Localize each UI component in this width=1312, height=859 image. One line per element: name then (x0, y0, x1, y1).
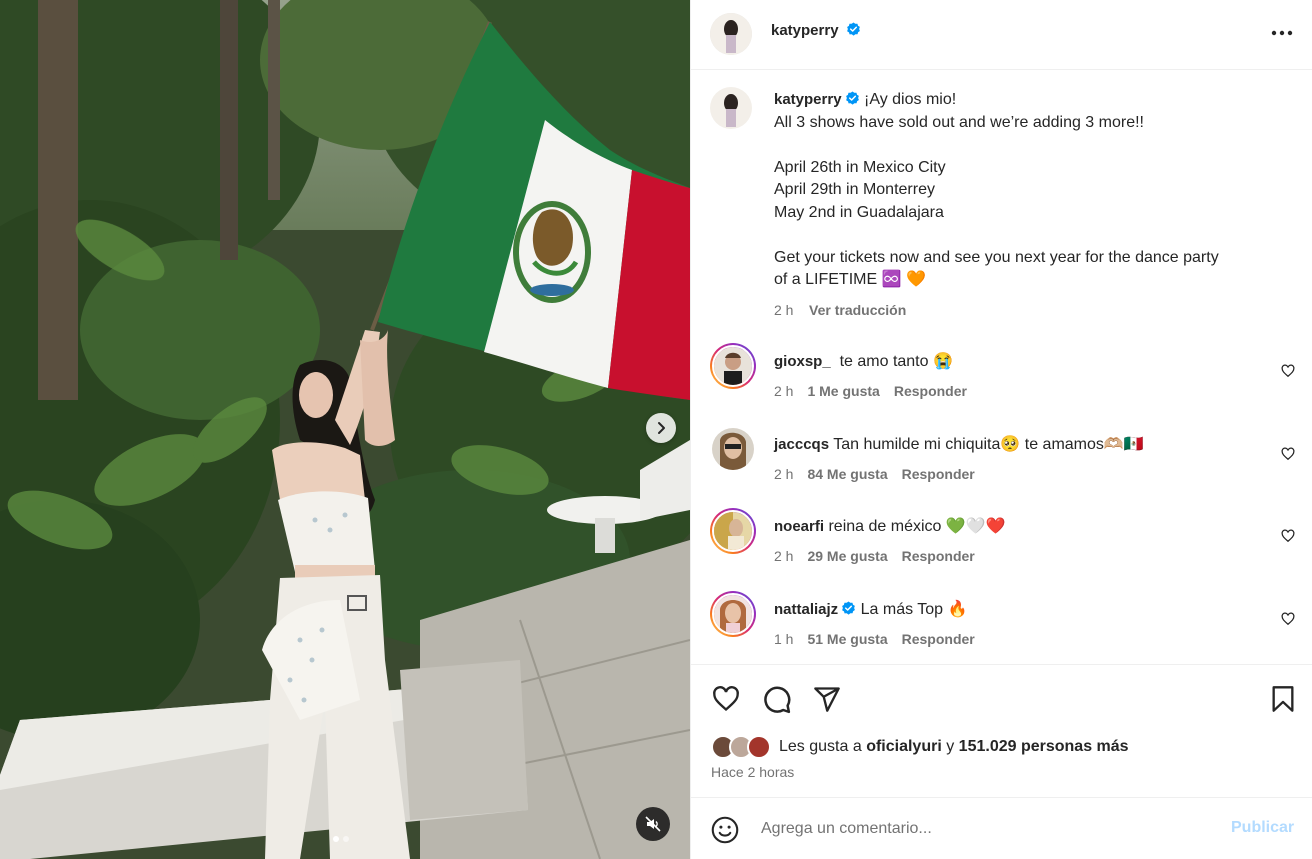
comment-icon[interactable] (762, 685, 792, 715)
comment-body: jacccqs Tan humilde mi chiquita🥺 te amam… (774, 434, 1144, 456)
emoji-icon[interactable] (711, 816, 739, 844)
author-avatar[interactable] (710, 13, 752, 55)
post-caption: katyperry ¡Ay dios mio! All 3 shows have… (774, 89, 1274, 321)
commenter-avatar[interactable] (710, 508, 756, 554)
commenter-avatar-image (712, 428, 754, 470)
reply-button[interactable]: Responder (902, 548, 975, 564)
verified-badge-icon (845, 91, 859, 105)
caption-author-avatar[interactable] (710, 87, 752, 129)
caption-username[interactable]: katyperry (774, 91, 842, 108)
commenter-username[interactable]: jacccqs (774, 436, 829, 453)
post-actions: Les gusta a oficialyuri y 151.029 person… (691, 664, 1312, 798)
caption-text: ¡Ay dios mio! (864, 91, 957, 108)
comment-meta: 2 h 84 Me gusta Responder (774, 466, 975, 482)
comment-text: Tan humilde mi chiquita🥺 te amamos🫶🏼🇲🇽 (833, 436, 1144, 453)
post-media[interactable] (0, 0, 690, 859)
commenter-avatar[interactable] (712, 428, 754, 470)
likes-user-link[interactable]: oficialyuri (866, 738, 942, 756)
comment-body: noearfi reina de méxico 💚🤍❤️ (774, 516, 1006, 538)
more-horizontal-icon (1271, 30, 1293, 36)
share-icon[interactable] (812, 685, 842, 713)
reply-button[interactable]: Responder (902, 631, 975, 647)
publish-button[interactable]: Publicar (1231, 819, 1294, 837)
post-details-panel: katyperry katyperry ¡Ay dios mio! All 3 … (690, 0, 1312, 859)
bookmark-icon[interactable] (1269, 685, 1297, 713)
instagram-post-view: katyperry katyperry ¡Ay dios mio! All 3 … (0, 0, 1312, 859)
carousel-dot-active (333, 836, 339, 842)
comment-meta: 2 h 29 Me gusta Responder (774, 548, 975, 564)
reply-button[interactable]: Responder (894, 383, 967, 399)
like-comment-heart-icon[interactable] (1281, 529, 1295, 543)
commenter-username[interactable]: noearfi (774, 518, 824, 535)
commenter-avatar[interactable] (710, 591, 756, 637)
likes-summary: Les gusta a oficialyuri y 151.029 person… (711, 735, 1129, 759)
verified-badge-icon (842, 601, 856, 615)
caption-text: April 29th in Monterrey (774, 181, 935, 198)
caption-text: April 26th in Mexico City (774, 158, 946, 176)
like-comment-heart-icon[interactable] (1281, 612, 1295, 626)
author-avatar-image (710, 13, 752, 55)
carousel-indicator (333, 836, 349, 842)
comment-likes[interactable]: 51 Me gusta (807, 631, 887, 647)
commenter-username[interactable]: nattaliajz (774, 601, 838, 618)
comment-meta: 1 h 51 Me gusta Responder (774, 631, 975, 647)
comment-meta: 2 h 1 Me gusta Responder (774, 383, 967, 399)
comment-likes[interactable]: 29 Me gusta (807, 548, 887, 564)
muted-speaker-icon (645, 816, 661, 832)
commenter-avatar[interactable] (710, 343, 756, 389)
likes-prefix: Les gusta a (779, 738, 862, 755)
comment-input[interactable] (761, 816, 1211, 842)
next-slide-button[interactable] (646, 413, 676, 443)
comment-likes[interactable]: 84 Me gusta (807, 466, 887, 482)
comment-time[interactable]: 2 h (774, 383, 793, 399)
comment-time[interactable]: 1 h (774, 631, 793, 647)
comment-text: reina de méxico 💚🤍❤️ (828, 518, 1006, 535)
more-options-button[interactable] (1269, 20, 1295, 46)
commenter-avatar-image (714, 512, 752, 550)
caption-text: of a LIFETIME ♾️ 🧡 (774, 271, 926, 288)
chevron-right-icon (658, 422, 665, 434)
liker-avatars (711, 735, 775, 759)
caption-avatar-image (710, 87, 752, 129)
carousel-dot (343, 836, 349, 842)
likes-connector: y (946, 738, 955, 755)
comment-text: te amo tanto 😭 (839, 353, 953, 370)
header-user: katyperry (771, 22, 861, 39)
caption-text (774, 224, 1274, 247)
commenter-avatar-image (714, 595, 752, 633)
author-username[interactable]: katyperry (771, 22, 839, 39)
commenter-username[interactable]: gioxsp_ (774, 353, 831, 370)
caption-text: All 3 shows have sold out and we’re addi… (774, 113, 1144, 131)
post-header: katyperry (691, 0, 1312, 70)
caption-line-1: katyperry ¡Ay dios mio! (774, 89, 1274, 112)
caption-text (774, 134, 1274, 157)
post-timestamp[interactable]: Hace 2 horas (711, 764, 794, 780)
likes-count-link[interactable]: 151.029 personas más (959, 738, 1129, 756)
comment-time[interactable]: 2 h (774, 466, 793, 482)
heart-icon[interactable] (711, 685, 741, 713)
reply-button[interactable]: Responder (902, 466, 975, 482)
like-comment-heart-icon[interactable] (1281, 364, 1295, 378)
commenter-avatar-image (714, 347, 752, 385)
caption-time[interactable]: 2 h (774, 302, 793, 318)
caption-meta: 2 h Ver traducción (774, 299, 1274, 322)
comment-likes[interactable]: 1 Me gusta (807, 383, 879, 399)
comment-time[interactable]: 2 h (774, 548, 793, 564)
translate-link[interactable]: Ver traducción (809, 302, 906, 318)
post-photo (0, 0, 690, 859)
comment-text: La más Top 🔥 (860, 601, 968, 618)
mute-toggle-button[interactable] (636, 807, 670, 841)
verified-badge-icon (846, 22, 860, 36)
caption-text: May 2nd in Guadalajara (774, 203, 944, 221)
comment-composer: Publicar (691, 797, 1312, 859)
comment-body: nattaliajz La más Top 🔥 (774, 599, 967, 621)
like-comment-heart-icon[interactable] (1281, 447, 1295, 461)
liker-avatar[interactable] (747, 735, 771, 759)
comment-body: gioxsp_ te amo tanto 😭 (774, 351, 953, 373)
caption-text: Get your tickets now and see you next ye… (774, 248, 1219, 266)
